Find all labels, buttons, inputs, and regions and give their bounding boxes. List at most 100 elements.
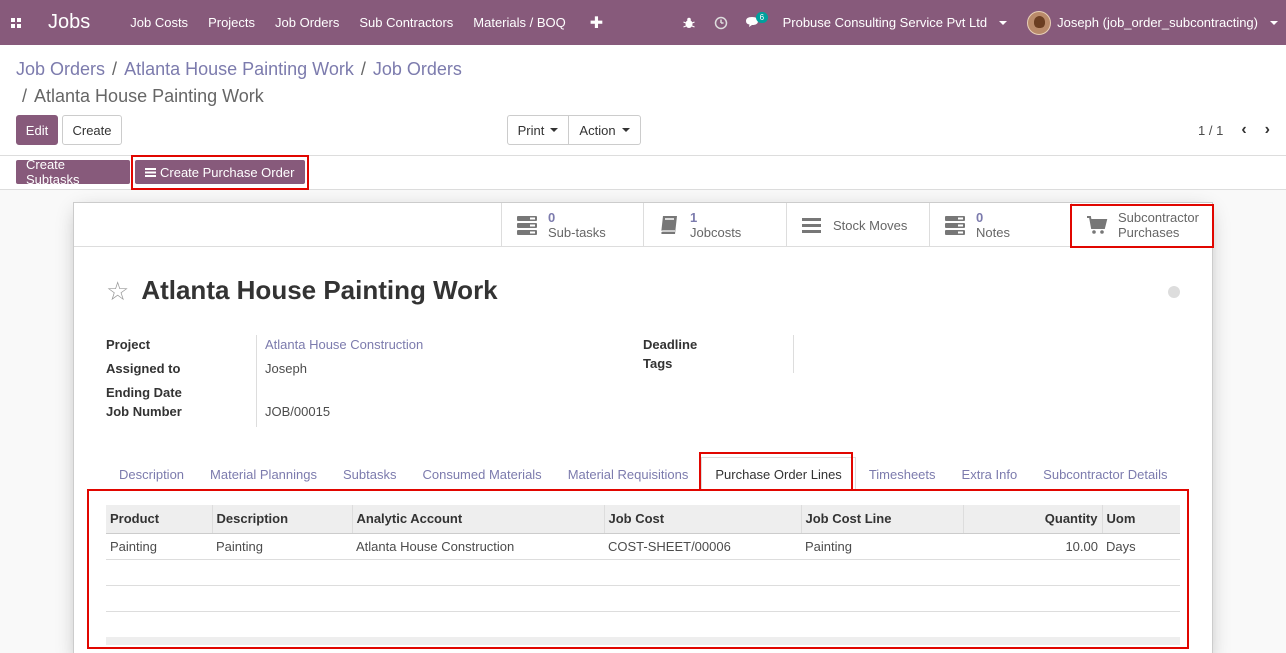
breadcrumb-current: / Atlanta House Painting Work bbox=[22, 86, 264, 107]
assigned-to-label: Assigned to bbox=[106, 361, 181, 376]
tab-consumed-materials[interactable]: Consumed Materials bbox=[409, 457, 554, 491]
cell-job-cost: COST-SHEET/00006 bbox=[604, 533, 801, 560]
project-value[interactable]: Atlanta House Construction bbox=[265, 337, 423, 352]
purchase-order-lines-table: Product Description Analytic Account Job… bbox=[106, 505, 1180, 645]
tab-description[interactable]: Description bbox=[106, 457, 197, 491]
menu-materials-boq[interactable]: Materials / BOQ bbox=[463, 0, 575, 45]
subcontractor-line2: Purchases bbox=[1118, 225, 1180, 240]
stock-moves-label: Stock Moves bbox=[833, 217, 908, 233]
chevron-down-icon bbox=[999, 20, 1008, 25]
print-label: Print bbox=[517, 122, 545, 138]
subcontractor-purchases-smart-button[interactable]: Subcontractor Purchases bbox=[1071, 203, 1212, 247]
tab-material-plannings[interactable]: Material Plannings bbox=[197, 457, 330, 491]
cell-quantity: 10.00 bbox=[963, 533, 1102, 560]
menu-sub-contractors[interactable]: Sub Contractors bbox=[349, 0, 463, 45]
top-navbar: Jobs Job Costs Projects Job Orders Sub C… bbox=[0, 0, 1286, 45]
user-menu[interactable]: Joseph (job_order_subcontracting) bbox=[1027, 10, 1286, 35]
server-icon bbox=[517, 216, 537, 235]
create-subtasks-button[interactable]: Create Subtasks bbox=[16, 157, 130, 187]
breadcrumb-separator: / bbox=[112, 59, 118, 79]
chevron-right-icon[interactable]: › bbox=[1265, 121, 1270, 139]
title-row: ☆ Atlanta House Painting Work bbox=[106, 275, 498, 306]
breadcrumb-atlanta-painting[interactable]: Atlanta House Painting Work bbox=[124, 59, 354, 80]
breadcrumb: Job Orders / Atlanta House Painting Work… bbox=[16, 59, 462, 80]
chevron-down-icon bbox=[550, 128, 559, 132]
action-button[interactable]: Action bbox=[569, 115, 641, 145]
table-row[interactable]: Painting Painting Atlanta House Construc… bbox=[106, 533, 1180, 560]
create-purchase-order-button[interactable]: Create Purchase Order bbox=[135, 160, 305, 184]
subtasks-smart-button[interactable]: 0 Sub-tasks bbox=[501, 203, 643, 247]
tab-subcontractor-details[interactable]: Subcontractor Details bbox=[1030, 457, 1180, 491]
app-title: Jobs bbox=[48, 11, 91, 33]
tab-subtasks[interactable]: Subtasks bbox=[330, 457, 409, 491]
chevron-down-icon bbox=[621, 128, 630, 132]
assigned-to-value: Joseph bbox=[265, 361, 307, 376]
control-panel: Job Orders / Atlanta House Painting Work… bbox=[0, 45, 1286, 156]
user-name: Joseph (job_order_subcontracting) bbox=[1057, 15, 1258, 30]
cell-job-cost-line: Painting bbox=[801, 533, 963, 560]
notebook-tabs: Description Material Plannings Subtasks … bbox=[106, 457, 1180, 491]
breadcrumb-job-orders[interactable]: Job Orders bbox=[16, 59, 105, 80]
bars-icon bbox=[802, 218, 821, 233]
form-sheet: 0 Sub-tasks 1 Jobcosts Stock Moves 0 Not… bbox=[73, 202, 1213, 653]
subcontractor-line1: Subcontractor bbox=[1118, 210, 1199, 225]
cell-uom: Days bbox=[1102, 533, 1180, 560]
column-header-quantity[interactable]: Quantity bbox=[962, 505, 1102, 534]
status-dot-icon[interactable] bbox=[1168, 286, 1180, 298]
bug-icon[interactable] bbox=[673, 0, 705, 45]
book-icon bbox=[660, 216, 677, 235]
create-purchase-order-label: Create Purchase Order bbox=[160, 164, 295, 180]
tags-label: Tags bbox=[643, 356, 673, 371]
field-divider bbox=[793, 335, 794, 373]
status-bar: Create Subtasks Create Purchase Order bbox=[0, 156, 1286, 190]
create-button[interactable]: Create bbox=[62, 115, 122, 145]
menu-job-costs[interactable]: Job Costs bbox=[120, 0, 198, 45]
print-button[interactable]: Print bbox=[507, 115, 569, 145]
table-footer bbox=[106, 637, 1180, 645]
tab-extra-info[interactable]: Extra Info bbox=[949, 457, 1031, 491]
chat-icon[interactable]: 6 bbox=[737, 0, 769, 45]
tab-material-requisitions[interactable]: Material Requisitions bbox=[555, 457, 702, 491]
deadline-label: Deadline bbox=[643, 337, 698, 352]
pager-value[interactable]: 1 / 1 bbox=[1198, 123, 1223, 138]
apps-menu-icon[interactable] bbox=[0, 0, 32, 45]
column-header-uom[interactable]: Uom bbox=[1101, 505, 1180, 534]
company-switcher[interactable]: Probuse Consulting Service Pvt Ltd bbox=[769, 15, 1028, 30]
notes-count: 0 bbox=[976, 210, 984, 225]
stock-moves-smart-button[interactable]: Stock Moves bbox=[786, 203, 929, 247]
tab-timesheets[interactable]: Timesheets bbox=[856, 457, 949, 491]
clock-icon[interactable] bbox=[705, 0, 737, 45]
menu-projects[interactable]: Projects bbox=[198, 0, 265, 45]
smart-button-box: 0 Sub-tasks 1 Jobcosts Stock Moves 0 Not… bbox=[74, 203, 1212, 247]
notes-smart-button[interactable]: 0 Notes bbox=[929, 203, 1071, 247]
cell-product: Painting bbox=[106, 533, 212, 560]
pager: 1 / 1 ‹ › bbox=[1198, 121, 1270, 139]
breadcrumb-separator: / bbox=[22, 86, 28, 106]
plus-icon[interactable]: ✚ bbox=[576, 0, 617, 45]
jobcosts-count: 1 bbox=[690, 210, 698, 225]
breadcrumb-current-label: Atlanta House Painting Work bbox=[34, 86, 264, 106]
column-header-job-cost-line[interactable]: Job Cost Line bbox=[800, 505, 963, 534]
tab-purchase-order-lines[interactable]: Purchase Order Lines bbox=[701, 457, 856, 491]
menu-job-orders[interactable]: Job Orders bbox=[265, 0, 349, 45]
star-icon[interactable]: ☆ bbox=[106, 278, 129, 304]
company-name: Probuse Consulting Service Pvt Ltd bbox=[782, 15, 988, 30]
chevron-left-icon[interactable]: ‹ bbox=[1241, 121, 1246, 139]
cell-description: Painting bbox=[212, 533, 352, 560]
table-row-empty bbox=[106, 559, 1180, 586]
field-divider bbox=[256, 335, 257, 427]
column-header-job-cost[interactable]: Job Cost bbox=[603, 505, 801, 534]
column-header-product[interactable]: Product bbox=[106, 505, 212, 534]
edit-button[interactable]: Edit bbox=[16, 115, 58, 145]
column-header-description[interactable]: Description bbox=[211, 505, 352, 534]
avatar bbox=[1027, 10, 1052, 35]
breadcrumb-separator: / bbox=[360, 59, 366, 79]
breadcrumb-job-orders-2[interactable]: Job Orders bbox=[373, 59, 462, 80]
column-header-analytic-account[interactable]: Analytic Account bbox=[351, 505, 604, 534]
print-action-group: Print Action bbox=[507, 115, 641, 145]
job-number-label: Job Number bbox=[106, 404, 182, 419]
server-icon bbox=[945, 216, 965, 235]
subtasks-count: 0 bbox=[548, 210, 556, 225]
page-title: Atlanta House Painting Work bbox=[141, 275, 498, 305]
jobcosts-smart-button[interactable]: 1 Jobcosts bbox=[643, 203, 786, 247]
